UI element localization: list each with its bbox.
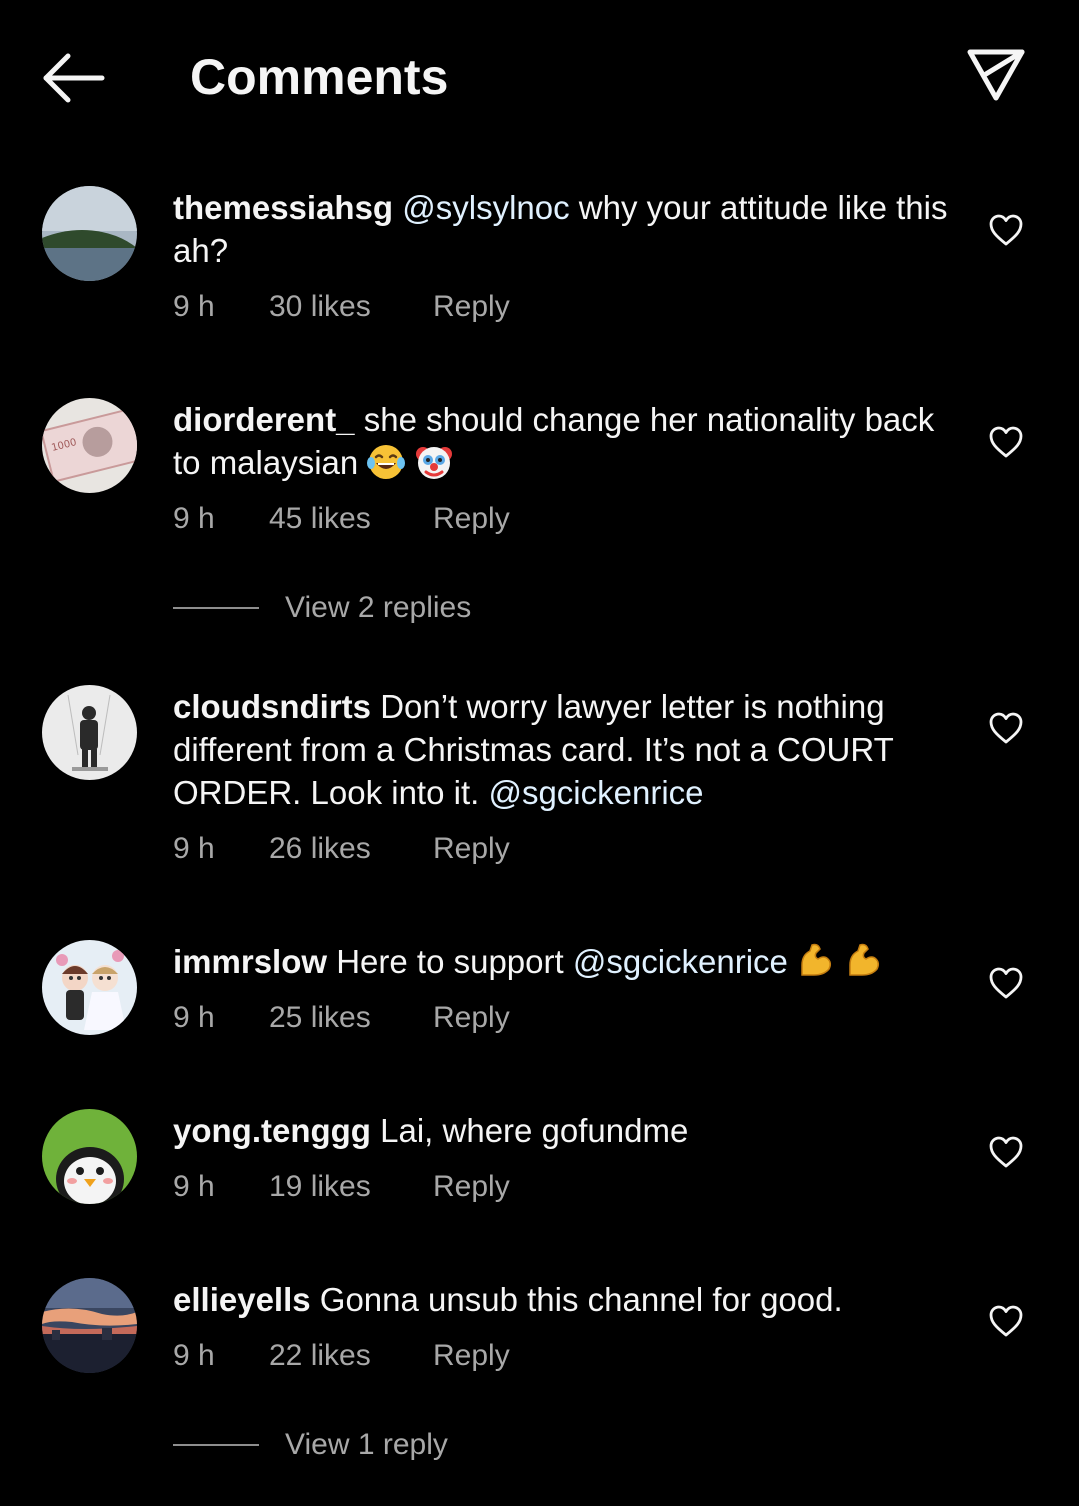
comment-time: 9 h <box>173 502 215 535</box>
share-button[interactable] <box>964 44 1028 104</box>
reply-button[interactable]: Reply <box>433 829 510 869</box>
avatar[interactable] <box>42 940 137 1035</box>
heart-icon[interactable] <box>988 213 1024 247</box>
comment-username[interactable]: immrslow <box>173 943 327 980</box>
avatar-banknote-image: 1000 <box>42 398 137 493</box>
view-replies-label: View 2 replies <box>285 591 472 624</box>
comment-meta: 9 h 45 likes Reply <box>173 499 958 539</box>
view-replies-label: View 1 reply <box>285 1428 448 1461</box>
comment-meta: 9 h 22 likes Reply <box>173 1336 958 1376</box>
clown-face-icon <box>416 447 453 479</box>
reply-button[interactable]: Reply <box>433 1167 510 1207</box>
comment-meta: 9 h 19 likes Reply <box>173 1167 958 1207</box>
heart-icon[interactable] <box>988 1135 1024 1169</box>
flexed-biceps-icon <box>849 943 879 976</box>
back-button[interactable] <box>40 50 106 106</box>
comment-text: yong.tenggg Lai, where gofundme <box>173 1109 958 1152</box>
heart-icon[interactable] <box>988 966 1024 1000</box>
comment-time: 9 h <box>173 1170 215 1203</box>
comment-username[interactable]: diorderent_ <box>173 401 355 438</box>
comment-body: Gonna unsub this channel for good. <box>310 1281 843 1318</box>
avatar[interactable] <box>42 685 137 780</box>
comment-mention[interactable]: @sgcickenrice <box>488 774 703 811</box>
comments-screen: Comments themessiahsg @sylsylnoc why you… <box>0 0 1079 1506</box>
face-with-tears-of-joy-icon <box>367 445 406 479</box>
comment-text: ellieyells Gonna unsub this channel for … <box>173 1278 958 1321</box>
comment-likes[interactable]: 22 likes <box>269 1336 433 1376</box>
avatar[interactable]: 1000 <box>42 398 137 493</box>
avatar[interactable] <box>42 1109 137 1204</box>
avatar-landscape-image <box>42 186 137 281</box>
comment-text: themessiahsg @sylsylnoc why your attitud… <box>173 186 958 272</box>
comment-meta: 9 h 30 likes Reply <box>173 287 958 327</box>
heart-icon[interactable] <box>988 711 1024 745</box>
avatar-sunset-image <box>42 1278 137 1373</box>
comment-username[interactable]: cloudsndirts <box>173 688 371 725</box>
comment-username[interactable]: ellieyells <box>173 1281 311 1318</box>
heart-icon[interactable] <box>988 1304 1024 1338</box>
comment-body: Lai, where gofundme <box>370 1112 689 1149</box>
comment-body: Here to support <box>327 943 573 980</box>
comment-likes[interactable]: 19 likes <box>269 1167 433 1207</box>
comment-time: 9 h <box>173 832 215 865</box>
reply-button[interactable]: Reply <box>433 287 510 327</box>
comment-meta: 9 h 25 likes Reply <box>173 998 958 1038</box>
comment-likes[interactable]: 30 likes <box>269 287 433 327</box>
page-title: Comments <box>190 49 449 105</box>
comment-mention[interactable]: @sylsylnoc <box>402 189 569 226</box>
avatar-penguin-image <box>42 1109 137 1204</box>
reply-button[interactable]: Reply <box>433 998 510 1038</box>
comment-time: 9 h <box>173 290 215 323</box>
comment-likes[interactable]: 25 likes <box>269 998 433 1038</box>
comment-username[interactable]: yong.tenggg <box>173 1112 371 1149</box>
avatar-person-image <box>42 685 137 780</box>
view-replies-button[interactable]: View 2 replies <box>173 588 471 628</box>
comment-text: immrslow Here to support @sgcickenrice <box>173 940 958 983</box>
reply-button[interactable]: Reply <box>433 1336 510 1376</box>
divider-line <box>173 1444 259 1446</box>
comment-time: 9 h <box>173 1001 215 1034</box>
comment-mention[interactable]: @sgcickenrice <box>573 943 788 980</box>
avatar[interactable] <box>42 1278 137 1373</box>
send-icon <box>967 49 1025 101</box>
reply-button[interactable]: Reply <box>433 499 510 539</box>
avatar-dolls-image <box>42 940 137 1035</box>
view-replies-button[interactable]: View 1 reply <box>173 1425 448 1465</box>
comment-meta: 9 h 26 likes Reply <box>173 829 958 869</box>
comment-likes[interactable]: 26 likes <box>269 829 433 869</box>
comment-text: cloudsndirts Don’t worry lawyer letter i… <box>173 685 958 814</box>
heart-icon[interactable] <box>988 425 1024 459</box>
header-bar: Comments <box>0 0 1079 150</box>
comment-likes[interactable]: 45 likes <box>269 499 433 539</box>
avatar[interactable] <box>42 186 137 281</box>
comment-username[interactable]: themessiahsg <box>173 189 393 226</box>
divider-line <box>173 607 259 609</box>
flexed-biceps-icon <box>801 943 831 976</box>
comment-text: diorderent_ she should change her nation… <box>173 398 958 484</box>
comment-time: 9 h <box>173 1339 215 1372</box>
arrow-left-icon <box>43 53 105 103</box>
